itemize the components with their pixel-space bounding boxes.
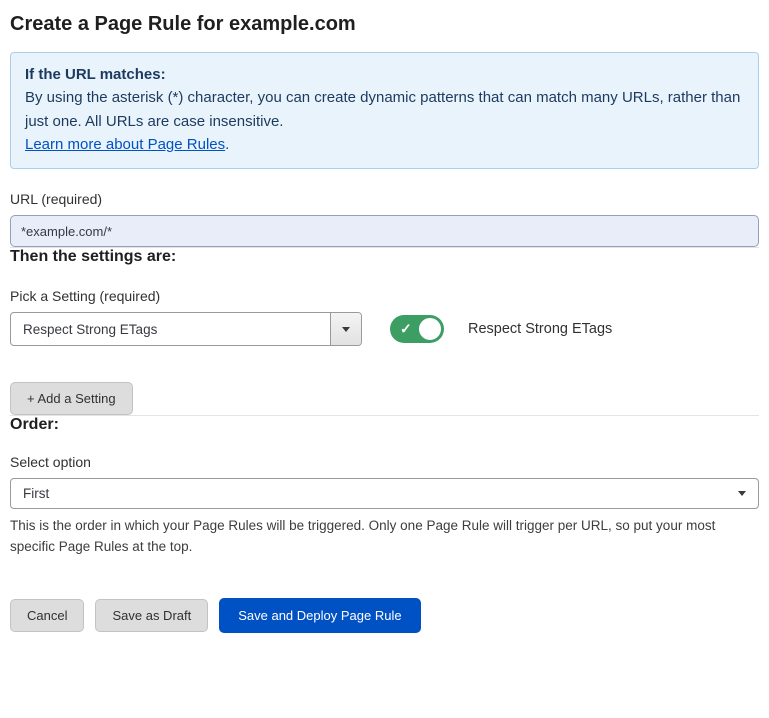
order-heading: Order: (10, 416, 759, 434)
settings-heading: Then the settings are: (10, 248, 759, 266)
page-title: Create a Page Rule for example.com (10, 13, 759, 36)
toggle-label: Respect Strong ETags (468, 321, 612, 337)
create-page-rule-form: Create a Page Rule for example.com If th… (0, 0, 769, 633)
url-input[interactable] (10, 215, 759, 247)
setting-select[interactable]: Respect Strong ETags (10, 312, 362, 346)
footer-actions: Cancel Save as Draft Save and Deploy Pag… (10, 598, 759, 633)
check-icon: ✓ (400, 322, 412, 336)
save-draft-button[interactable]: Save as Draft (95, 599, 208, 632)
info-box-link-line: Learn more about Page Rules. (25, 133, 744, 156)
chevron-down-icon (342, 327, 350, 332)
pick-setting-label: Pick a Setting (required) (10, 288, 759, 304)
order-select-value: First (23, 486, 49, 501)
toggle-wrap: ✓ Respect Strong ETags (390, 315, 612, 343)
add-setting-button[interactable]: + Add a Setting (10, 382, 133, 415)
setting-row: Respect Strong ETags ✓ Respect Strong ET… (10, 312, 759, 346)
url-label: URL (required) (10, 191, 759, 207)
url-match-info-box: If the URL matches: By using the asteris… (10, 52, 759, 169)
order-help-text: This is the order in which your Page Rul… (10, 516, 755, 558)
info-box-body: By using the asterisk (*) character, you… (25, 86, 744, 133)
chevron-down-icon (738, 491, 746, 496)
cancel-button[interactable]: Cancel (10, 599, 84, 632)
setting-select-value: Respect Strong ETags (11, 313, 330, 345)
setting-select-dropdown-button[interactable] (330, 313, 361, 345)
etags-toggle[interactable]: ✓ (390, 315, 444, 343)
order-select[interactable]: First (10, 478, 759, 509)
toggle-knob (417, 316, 443, 342)
link-suffix: . (225, 136, 229, 153)
learn-more-link[interactable]: Learn more about Page Rules (25, 136, 225, 153)
info-box-heading: If the URL matches: (25, 63, 744, 86)
order-select-label: Select option (10, 454, 759, 470)
save-deploy-button[interactable]: Save and Deploy Page Rule (219, 598, 420, 633)
